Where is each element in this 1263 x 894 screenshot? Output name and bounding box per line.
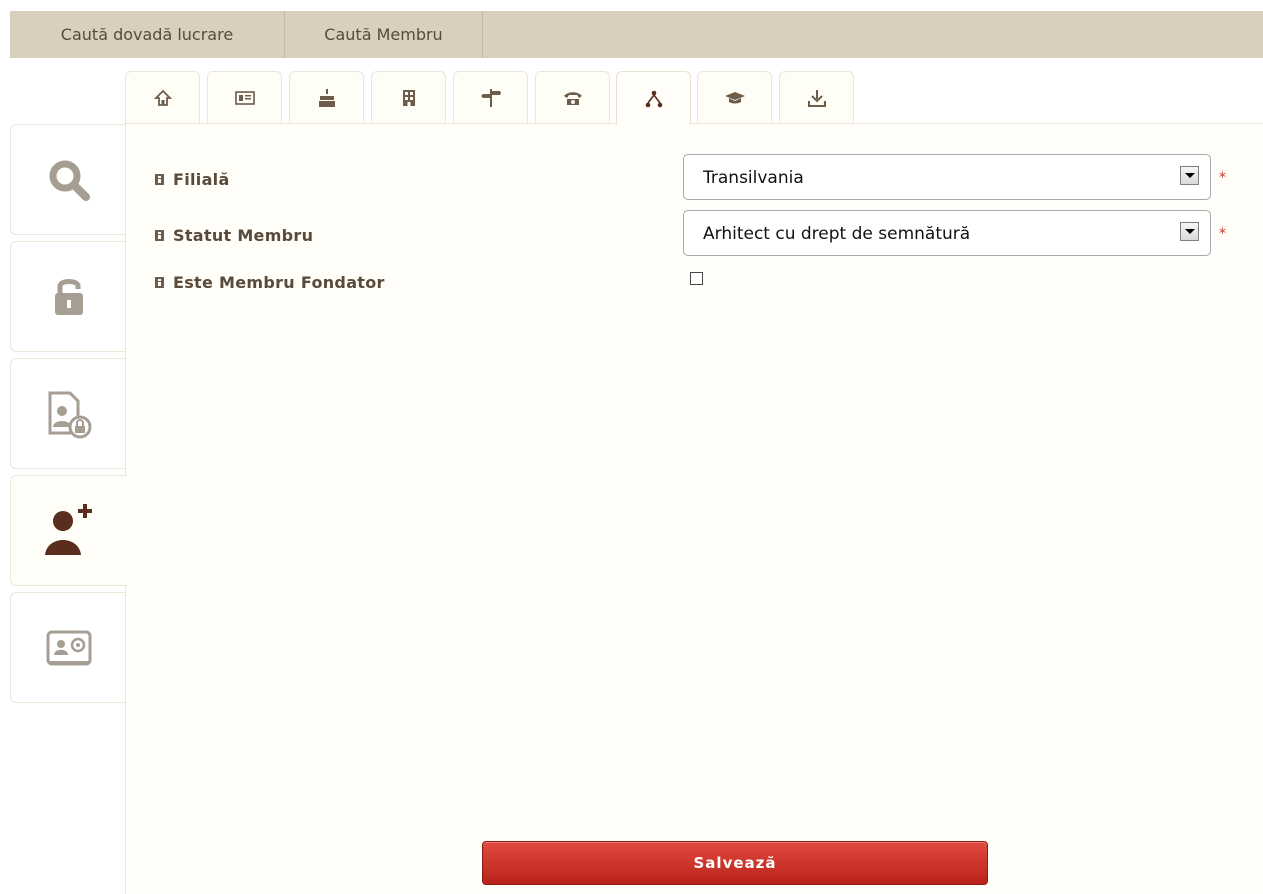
add-user-icon (41, 501, 97, 561)
dropdown-arrow-icon[interactable] (1180, 166, 1199, 185)
phone-icon (562, 90, 584, 106)
user-document-lock-icon (44, 389, 94, 439)
sidebar-item-contact-card[interactable] (10, 592, 126, 703)
info-icon[interactable] (155, 230, 164, 241)
tab-company[interactable] (371, 71, 446, 123)
home-icon (153, 89, 172, 107)
info-icon[interactable] (155, 174, 164, 185)
tab-organization[interactable] (616, 71, 691, 125)
search-icon (47, 158, 91, 202)
statut-select-value: Arhitect cu drept de semnătură (703, 224, 971, 244)
sidebar-item-search[interactable] (10, 124, 126, 235)
contact-card-icon (45, 628, 93, 668)
top-menu-bar: Caută dovadă lucrare Caută Membru (10, 11, 1263, 58)
id-card-icon (234, 90, 255, 106)
lock-icon (52, 275, 86, 319)
filiala-select-value: Transilvania (703, 168, 804, 188)
birthday-cake-icon (318, 88, 336, 108)
tab-birthdate[interactable] (289, 71, 364, 123)
filiala-label: Filială (155, 170, 230, 189)
fondator-label-text: Este Membru Fondator (173, 273, 385, 292)
tab-home[interactable] (125, 71, 200, 123)
sitemap-icon (645, 90, 663, 108)
sidebar-item-security[interactable] (10, 241, 126, 352)
statut-label-text: Statut Membru (173, 226, 314, 245)
filiala-label-text: Filială (173, 170, 230, 189)
filiala-select[interactable]: Transilvania (683, 154, 1211, 200)
download-icon (807, 88, 827, 108)
tab-download[interactable] (779, 71, 854, 123)
building-icon (401, 89, 417, 107)
graduation-cap-icon (724, 90, 746, 106)
menu-search-member[interactable]: Caută Membru (285, 11, 483, 58)
sidebar-item-user-documents[interactable] (10, 358, 126, 469)
menu-search-work-proof[interactable]: Caută dovadă lucrare (10, 11, 285, 58)
save-button[interactable]: Salvează (482, 841, 988, 885)
tab-address[interactable] (453, 71, 528, 123)
fondator-checkbox[interactable] (690, 272, 703, 285)
required-marker: * (1219, 170, 1226, 186)
sidebar-item-add-member[interactable] (10, 475, 127, 586)
tab-contact[interactable] (535, 71, 610, 123)
signpost-icon (480, 88, 502, 108)
tab-education[interactable] (697, 71, 772, 123)
statut-select[interactable]: Arhitect cu drept de semnătură (683, 210, 1211, 256)
dropdown-arrow-icon[interactable] (1180, 222, 1199, 241)
fondator-label: Este Membru Fondator (155, 273, 385, 292)
required-marker: * (1219, 226, 1226, 242)
tab-identity[interactable] (207, 71, 282, 123)
statut-label: Statut Membru (155, 226, 313, 245)
info-icon[interactable] (155, 277, 164, 288)
